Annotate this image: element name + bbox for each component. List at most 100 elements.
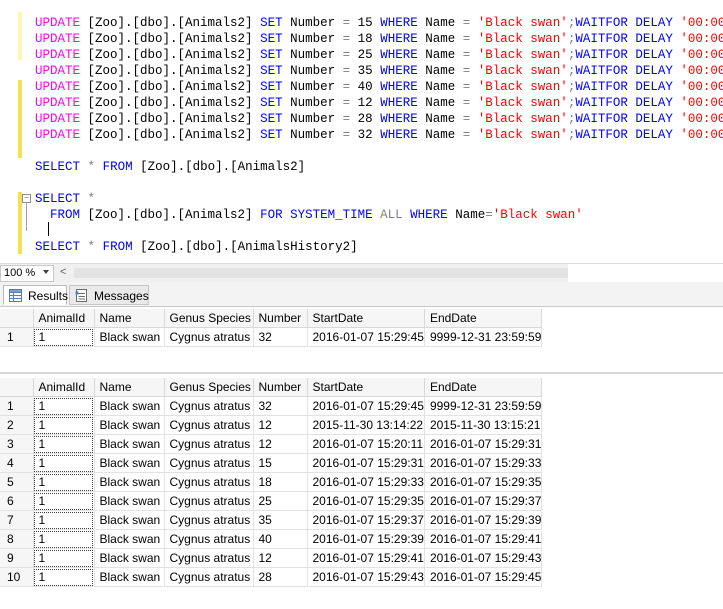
table-cell[interactable]: 1 [33, 567, 95, 587]
table-row[interactable]: 1 1 Black swan Cygnus atratus 32 2016-01-07 1… [0, 327, 543, 347]
table-cell[interactable]: 2016-01-07 15:29:45 [307, 396, 425, 416]
table-cell[interactable]: 2016-01-07 15:29:43 [424, 548, 543, 568]
table-row[interactable]: 5 1 Black swan Cygnus atratus 18 2016-01-07 1… [0, 472, 543, 492]
table-cell[interactable]: 2016-01-07 15:29:41 [424, 529, 543, 549]
table-cell[interactable]: 2016-01-07 15:29:45 [307, 327, 425, 347]
table-cell[interactable]: 2016-01-07 15:29:37 [424, 491, 543, 511]
table-cell[interactable]: 1 [33, 453, 95, 473]
row-number[interactable]: 10 [0, 567, 34, 587]
tab-results[interactable]: Results [3, 285, 68, 305]
table-cell[interactable]: 2016-01-07 15:29:39 [307, 529, 425, 549]
column-header[interactable]: Number [253, 378, 308, 397]
table-cell[interactable]: 2016-01-07 15:29:37 [307, 510, 425, 530]
table-cell[interactable]: 2016-01-07 15:29:43 [307, 567, 425, 587]
row-number[interactable]: 6 [0, 491, 34, 511]
table-cell[interactable]: 2016-01-07 15:29:41 [307, 548, 425, 568]
table-cell[interactable]: 2016-01-07 15:29:31 [424, 434, 543, 454]
table-cell[interactable]: 9999-12-31 23:59:59 [424, 327, 543, 347]
table-cell[interactable]: 2016-01-07 15:29:35 [307, 491, 425, 511]
zoom-dropdown[interactable]: 100 % [0, 265, 54, 282]
table-row[interactable]: 4 1 Black swan Cygnus atratus 15 2016-01-07 1… [0, 453, 543, 473]
row-header-corner[interactable] [0, 309, 34, 328]
table-cell[interactable]: 12 [253, 415, 308, 435]
table-cell[interactable]: Black swan [94, 472, 165, 492]
column-header[interactable]: Name [94, 309, 165, 328]
table-row[interactable]: 10 1 Black swan Cygnus atratus 28 2016-01-07 … [0, 567, 543, 587]
table-row[interactable]: 2 1 Black swan Cygnus atratus 12 2015-11-30 1… [0, 415, 543, 435]
row-number[interactable]: 7 [0, 510, 34, 530]
table-cell[interactable]: Black swan [94, 510, 165, 530]
results-grid-history[interactable]: AnimalId Name Genus Species Number Start… [0, 376, 723, 609]
table-row[interactable]: 6 1 Black swan Cygnus atratus 25 2016-01-07 1… [0, 491, 543, 511]
table-cell[interactable]: 1 [33, 548, 95, 568]
table-cell[interactable]: 1 [33, 529, 95, 549]
column-header[interactable]: AnimalId [33, 378, 95, 397]
row-number[interactable]: 8 [0, 529, 34, 549]
results-grid-current[interactable]: AnimalId Name Genus Species Number Start… [0, 307, 723, 374]
table-cell[interactable]: 1 [33, 396, 95, 416]
table-cell[interactable]: Black swan [94, 567, 165, 587]
scroll-left-icon[interactable]: < [60, 266, 66, 278]
table-cell[interactable]: 1 [33, 491, 95, 511]
column-header[interactable]: Genus Species [164, 309, 254, 328]
table-cell[interactable]: 2016-01-07 15:29:31 [307, 453, 425, 473]
table-cell[interactable]: 18 [253, 472, 308, 492]
table-cell[interactable]: Black swan [94, 434, 165, 454]
table-cell[interactable]: Cygnus atratus [164, 396, 254, 416]
table-row[interactable]: 8 1 Black swan Cygnus atratus 40 2016-01-07 1… [0, 529, 543, 549]
row-number[interactable]: 3 [0, 434, 34, 454]
tab-messages[interactable]: Messages [69, 285, 149, 305]
table-cell[interactable]: Black swan [94, 415, 165, 435]
table-cell[interactable]: Cygnus atratus [164, 510, 254, 530]
table-cell[interactable]: 1 [33, 415, 95, 435]
table-cell[interactable]: 1 [33, 327, 95, 347]
table-cell[interactable]: 2016-01-07 15:29:35 [424, 472, 543, 492]
row-number[interactable]: 9 [0, 548, 34, 568]
table-cell[interactable]: 2015-11-30 13:14:22 [307, 415, 425, 435]
column-header[interactable]: Name [94, 378, 165, 397]
collapse-toggle-icon[interactable]: − [22, 194, 31, 203]
table-cell[interactable]: 2016-01-07 15:20:11 [307, 434, 425, 454]
table-cell[interactable]: Cygnus atratus [164, 327, 254, 347]
row-number[interactable]: 4 [0, 453, 34, 473]
horizontal-scrollbar[interactable] [74, 268, 568, 278]
table-cell[interactable]: 35 [253, 510, 308, 530]
column-header[interactable]: StartDate [307, 309, 425, 328]
table-cell[interactable]: 12 [253, 548, 308, 568]
column-header[interactable]: AnimalId [33, 309, 95, 328]
table-cell[interactable]: 2016-01-07 15:29:33 [307, 472, 425, 492]
table-cell[interactable]: Black swan [94, 491, 165, 511]
table-cell[interactable]: 2016-01-07 15:29:45 [424, 567, 543, 587]
row-number[interactable]: 1 [0, 396, 34, 416]
column-header[interactable]: Genus Species [164, 378, 254, 397]
table-cell[interactable]: Cygnus atratus [164, 491, 254, 511]
table-cell[interactable]: 32 [253, 396, 308, 416]
table-cell[interactable]: Black swan [94, 529, 165, 549]
row-number[interactable]: 2 [0, 415, 34, 435]
table-row[interactable]: 1 1 Black swan Cygnus atratus 32 2016-01-07 1… [0, 396, 543, 416]
table-cell[interactable]: 1 [33, 510, 95, 530]
table-cell[interactable]: Cygnus atratus [164, 415, 254, 435]
table-cell[interactable]: Black swan [94, 327, 165, 347]
table-cell[interactable]: 12 [253, 434, 308, 454]
table-cell[interactable]: 32 [253, 327, 308, 347]
table-cell[interactable]: 25 [253, 491, 308, 511]
table-row[interactable]: 9 1 Black swan Cygnus atratus 12 2016-01-07 1… [0, 548, 543, 568]
column-header[interactable]: EndDate [424, 378, 543, 397]
row-number[interactable]: 5 [0, 472, 34, 492]
table-cell[interactable]: Black swan [94, 453, 165, 473]
table-cell[interactable]: Black swan [94, 396, 165, 416]
table-cell[interactable]: 9999-12-31 23:59:59 [424, 396, 543, 416]
table-cell[interactable]: 15 [253, 453, 308, 473]
table-cell[interactable]: Cygnus atratus [164, 529, 254, 549]
column-header[interactable]: StartDate [307, 378, 425, 397]
table-cell[interactable]: 40 [253, 529, 308, 549]
table-cell[interactable]: Cygnus atratus [164, 472, 254, 492]
sql-editor[interactable]: UPDATE [Zoo].[dbo].[Animals2] SET Number… [0, 0, 723, 263]
table-cell[interactable]: 2016-01-07 15:29:33 [424, 453, 543, 473]
table-cell[interactable]: Cygnus atratus [164, 434, 254, 454]
column-header[interactable]: EndDate [424, 309, 543, 328]
row-header-corner[interactable] [0, 378, 34, 397]
table-cell[interactable]: 2015-11-30 13:15:21 [424, 415, 543, 435]
column-header[interactable]: Number [253, 309, 308, 328]
